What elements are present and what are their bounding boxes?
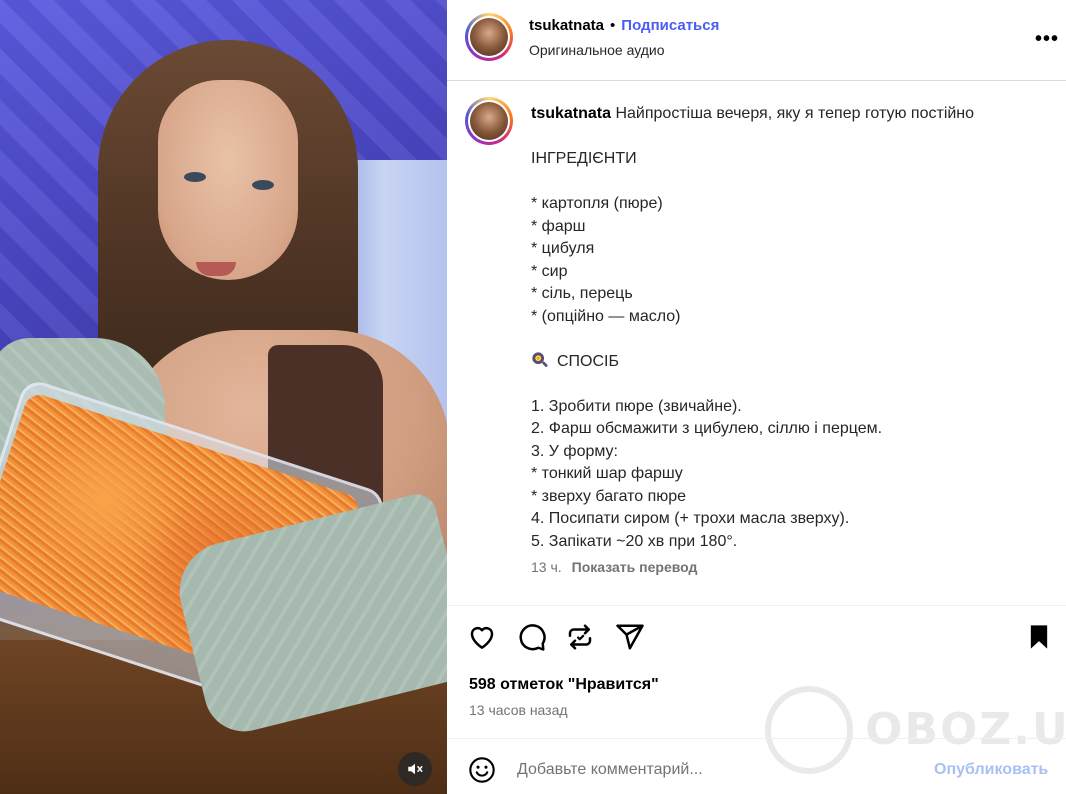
comment-input[interactable] [517,755,917,785]
comment-icon [519,624,546,651]
method-step: 5. Запікати ~20 хв при 180°. [531,532,738,550]
caption-line [531,373,1041,396]
woman-face [158,80,298,280]
caption-meta: 13 ч. Показать перевод [531,559,697,575]
publish-button[interactable]: Опубликовать [934,761,1048,779]
method-step: 3. У форму: [531,442,618,460]
save-button[interactable] [1025,622,1057,656]
post-panel: tsukatnata • Подписаться Оригинальное ауди… [447,0,1066,794]
avatar-photo [470,18,508,56]
separator-dot: • [610,17,616,34]
ingredient-item: * сир [531,262,568,280]
avatar-photo [470,102,508,140]
comment-button[interactable] [517,622,549,656]
follow-button[interactable]: Подписаться [621,17,719,34]
mute-button[interactable] [398,752,432,786]
ingredient-item: * (опційно — масло) [531,307,681,325]
right-eye [252,180,274,190]
method-heading: СПОСІБ [557,352,619,370]
post-video[interactable] [0,0,447,794]
translate-link[interactable]: Показать перевод [572,559,698,575]
repost-icon [568,624,592,650]
method-step: 4. Посипати сиром (+ трохи масла зверху)… [531,510,850,527]
caption-avatar[interactable] [465,97,513,145]
caption-line [531,328,1041,351]
ingredient-item: * сіль, перець [531,285,633,302]
caption-title: Найпростіша вечеря, яку я тепер готую по… [611,105,975,122]
method-step: * тонкий шар фаршу [531,465,683,482]
caption-title-line: tsukatnata Найпростіша вечеря, яку я теп… [531,103,1041,126]
method-heading-line: СПОСІБ [531,351,1041,374]
audio-link[interactable]: Оригинальное аудио [529,42,665,58]
caption-line [531,126,1041,149]
heart-icon [470,626,494,649]
repost-button[interactable] [565,622,597,656]
ingredients-heading: ІНГРЕДІЄНТИ [531,150,637,167]
author-line: tsukatnata • Подписаться [529,17,719,35]
emoji-button[interactable] [468,756,496,784]
ingredient-item: * фарш [531,217,586,235]
share-button[interactable] [615,622,647,656]
post-time[interactable]: 13 часов назад [469,702,568,718]
method-step: 1. Зробити пюре (звичайне). [531,397,742,415]
method-step: 2. Фарш обсмажити з цибулею, сіллю і пер… [531,420,883,437]
likes-count[interactable]: 598 отметок "Нравится" [469,676,659,694]
smiley-icon [469,757,495,783]
frying-pan-icon [532,351,548,367]
ingredient-item: * цибуля [531,240,595,257]
caption-username[interactable]: tsukatnata [531,105,611,122]
caption-text: tsukatnata Найпростіша вечеря, яку я теп… [531,103,1041,553]
bookmark-icon [1030,625,1048,649]
method-step: * зверху багато пюре [531,487,687,505]
author-username[interactable]: tsukatnata [529,17,604,34]
caption-age: 13 ч. [531,559,562,575]
share-icon [616,624,644,650]
caption-line [531,171,1041,194]
more-options-button[interactable]: ••• [1035,28,1059,51]
like-button[interactable] [467,622,499,656]
comment-bar: Опубликовать [447,738,1066,794]
ingredient-item: * картопля (пюре) [531,195,663,212]
action-bar [467,622,1048,658]
left-eye [184,172,206,182]
author-avatar[interactable] [465,13,513,61]
post-header: tsukatnata • Подписаться Оригинальное ауди… [447,0,1066,81]
caption-area: tsukatnata Найпростіша вечеря, яку я теп… [447,81,1066,606]
muted-speaker-icon [408,763,423,775]
